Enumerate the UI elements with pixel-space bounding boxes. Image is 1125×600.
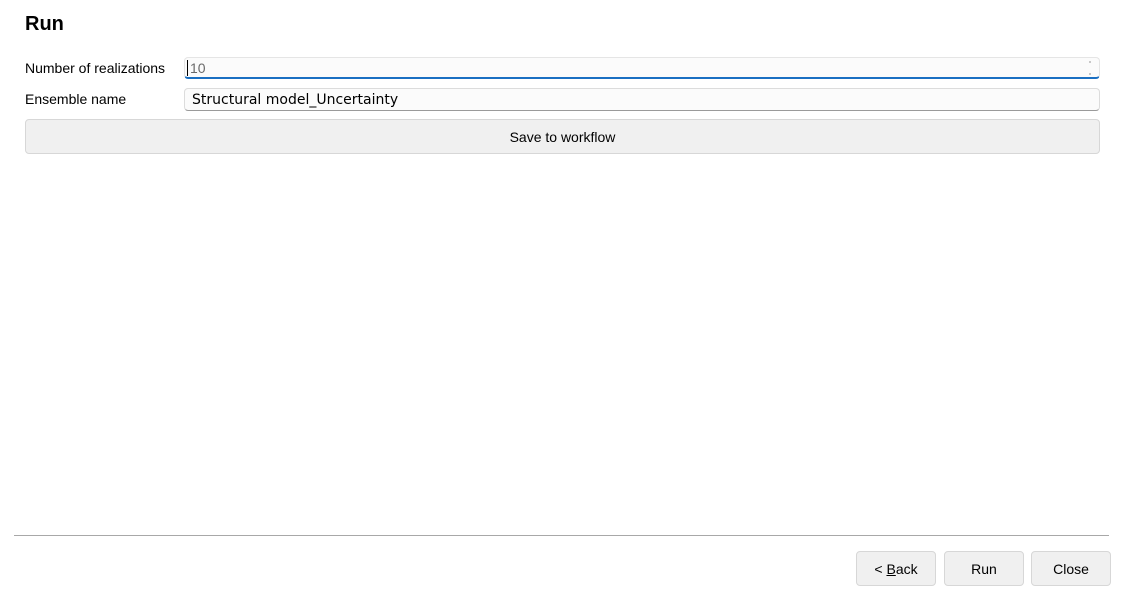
run-button[interactable]: Run	[944, 551, 1024, 586]
realizations-value[interactable]: 10	[187, 60, 206, 76]
back-button[interactable]: < Back	[856, 551, 936, 586]
page-title: Run	[25, 13, 64, 35]
close-button[interactable]: Close	[1031, 551, 1111, 586]
spin-arrows-icon[interactable]	[1087, 61, 1093, 75]
back-button-rest: ack	[895, 560, 918, 577]
back-button-mnemonic: B	[886, 560, 896, 577]
realizations-label: Number of realizations	[25, 60, 166, 76]
realizations-spinbox[interactable]: 10	[184, 57, 1100, 79]
run-dialog-page: Run Number of realizations 10 Ensemble n…	[0, 0, 1125, 600]
ensemble-name-field[interactable]: Structural model_Uncertainty	[184, 88, 1100, 111]
save-to-workflow-button[interactable]: Save to workflow	[25, 119, 1100, 154]
footer-divider	[14, 535, 1109, 536]
ensemble-name-label: Ensemble name	[25, 91, 127, 107]
back-button-prefix: <	[874, 560, 887, 577]
